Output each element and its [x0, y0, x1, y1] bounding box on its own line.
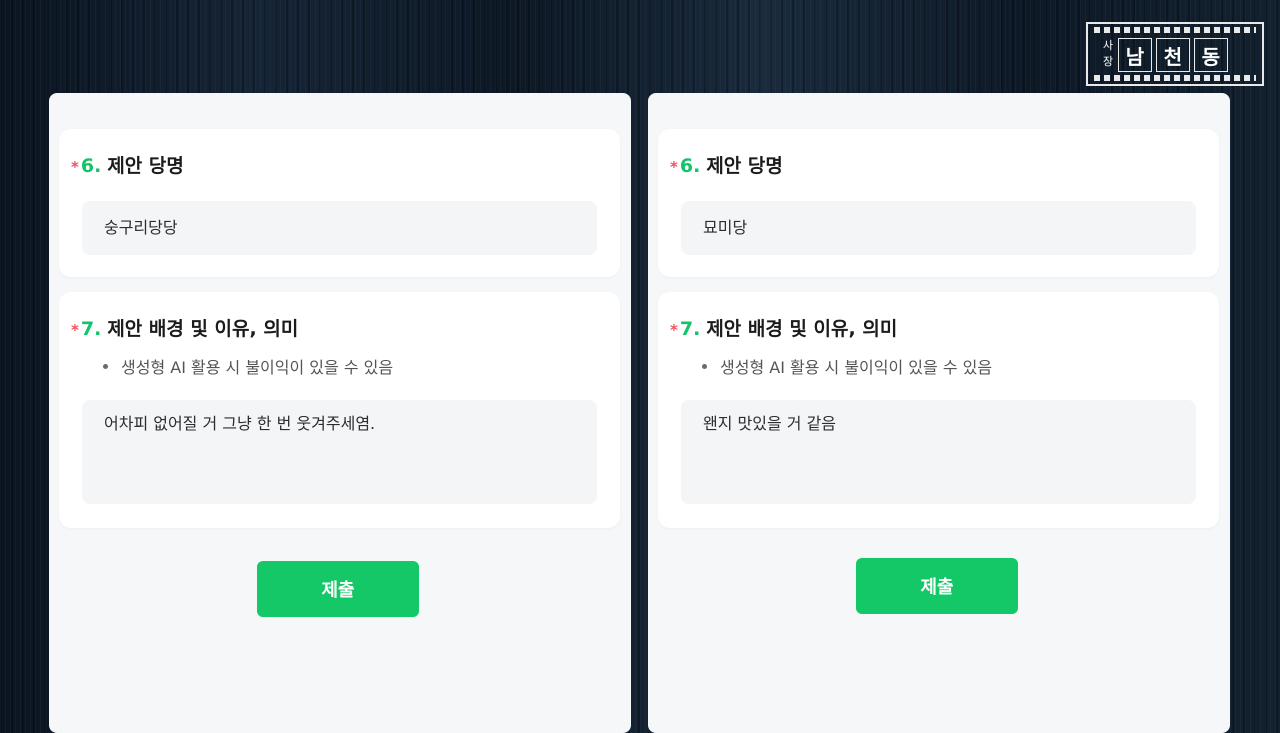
question-6-card: * 6. 제안 당명 숭구리당당	[59, 129, 620, 277]
party-name-answer-field[interactable]: 묘미당	[681, 201, 1196, 255]
question-6-title: * 6. 제안 당명	[71, 151, 184, 178]
logo-small-text: 사 장	[1100, 38, 1116, 70]
reason-answer-field[interactable]: 왠지 맛있을 거 같음	[681, 400, 1196, 504]
question-7-title: * 7. 제안 배경 및 이유, 의미	[71, 314, 298, 341]
question-label: 제안 배경 및 이유, 의미	[107, 318, 299, 340]
logo-char-box: 남	[1118, 38, 1152, 72]
channel-logo: 사 장 남 천 동	[1086, 22, 1264, 86]
question-number: 6.	[80, 155, 102, 177]
question-number: 7.	[80, 318, 102, 340]
logo-char-box: 동	[1194, 38, 1228, 72]
submit-button[interactable]: 제출	[257, 561, 419, 617]
form-panel-right: * 6. 제안 당명 묘미당 * 7. 제안 배경 및 이유, 의미 생성형 A…	[648, 93, 1230, 733]
question-number: 7.	[679, 318, 701, 340]
question-6-card: * 6. 제안 당명 묘미당	[658, 129, 1219, 277]
question-7-card: * 7. 제안 배경 및 이유, 의미 생성형 AI 활용 시 불이익이 있을 …	[658, 292, 1219, 528]
question-label: 제안 당명	[107, 155, 184, 177]
party-name-answer-field[interactable]: 숭구리당당	[82, 201, 597, 255]
question-label: 제안 당명	[706, 155, 783, 177]
logo-small-char: 장	[1102, 55, 1114, 68]
reason-answer-field[interactable]: 어차피 없어질 거 그냥 한 번 웃겨주세염.	[82, 400, 597, 504]
submit-button[interactable]: 제출	[856, 558, 1018, 614]
question-7-title: * 7. 제안 배경 및 이유, 의미	[670, 314, 897, 341]
ai-warning-hint: 생성형 AI 활용 시 불이익이 있을 수 있음	[702, 354, 992, 378]
required-star: *	[670, 158, 678, 176]
logo-char-box: 천	[1156, 38, 1190, 72]
required-star: *	[71, 158, 79, 176]
question-7-card: * 7. 제안 배경 및 이유, 의미 생성형 AI 활용 시 불이익이 있을 …	[59, 292, 620, 528]
required-star: *	[670, 321, 678, 339]
required-star: *	[71, 321, 79, 339]
film-perforation-top	[1094, 27, 1256, 33]
logo-main-text: 남 천 동	[1118, 38, 1228, 72]
logo-small-char: 사	[1102, 39, 1114, 52]
question-label: 제안 배경 및 이유, 의미	[706, 318, 898, 340]
form-panel-left: * 6. 제안 당명 숭구리당당 * 7. 제안 배경 및 이유, 의미 생성형…	[49, 93, 631, 733]
ai-warning-hint: 생성형 AI 활용 시 불이익이 있을 수 있음	[103, 354, 393, 378]
question-number: 6.	[679, 155, 701, 177]
question-6-title: * 6. 제안 당명	[670, 151, 783, 178]
film-perforation-bottom	[1094, 75, 1256, 81]
